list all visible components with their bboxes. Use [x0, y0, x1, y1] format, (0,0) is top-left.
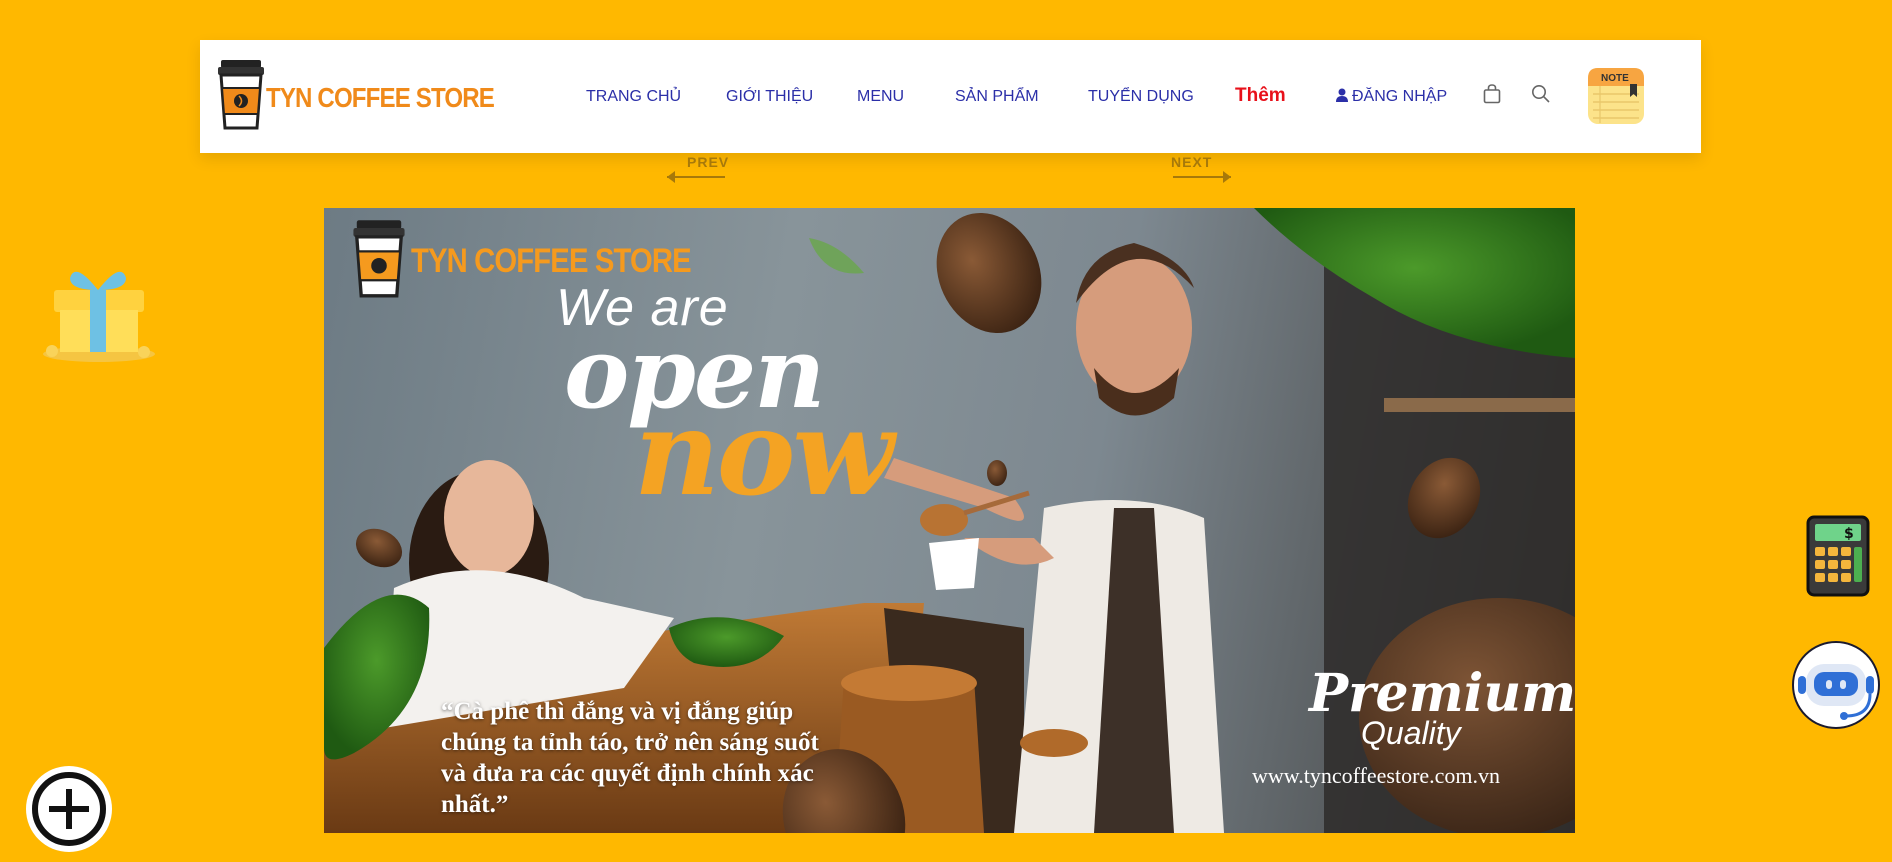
calculator-icon: $	[1806, 515, 1870, 597]
note-button[interactable]: NOTE	[1587, 67, 1645, 125]
prev-label: PREV	[687, 154, 730, 170]
login-link[interactable]: ĐĂNG NHẬP	[1336, 88, 1447, 106]
site-logo[interactable]: TYN COFFEE STORE	[217, 58, 495, 130]
plus-circle-icon	[26, 766, 112, 852]
slider-prev-button[interactable]: PREV	[665, 154, 729, 189]
nav-item-san-pham[interactable]: SẢN PHẨM	[955, 88, 1039, 106]
banner-cup-logo-icon	[353, 220, 405, 298]
banner-quality: Quality	[1361, 715, 1461, 751]
svg-text:$: $	[1844, 526, 1854, 542]
coffee-cup-logo-icon	[218, 60, 264, 130]
site-header: TYN COFFEE STORE TRANG CHỦ GIỚI THIỆU ME…	[200, 40, 1701, 153]
user-icon	[1336, 88, 1348, 102]
note-label: NOTE	[1601, 73, 1629, 84]
login-label: ĐĂNG NHẬP	[1352, 88, 1448, 105]
arrow-right-icon	[1173, 171, 1231, 183]
nav-item-gioi-thieu[interactable]: GIỚI THIỆU	[726, 88, 813, 106]
nav-item-more[interactable]: Thêm	[1235, 85, 1286, 107]
cart-icon[interactable]	[1483, 84, 1501, 104]
note-icon: NOTE	[1588, 68, 1644, 124]
banner-brand-name: TYN COFFEE STORE	[411, 242, 692, 280]
next-label: NEXT	[1171, 154, 1213, 170]
gift-button[interactable]	[40, 256, 158, 369]
brand-name: TYN COFFEE STORE	[266, 82, 495, 113]
slider-next-button[interactable]: NEXT	[1171, 154, 1233, 189]
nav-item-trang-chu[interactable]: TRANG CHỦ	[586, 88, 681, 106]
arrow-left-icon	[667, 171, 725, 183]
nav-item-tuyen-dung[interactable]: TUYỂN DỤNG	[1088, 88, 1194, 106]
chatbot-button[interactable]	[1788, 640, 1884, 735]
banner-url: www.tyncoffeestore.com.vn	[1252, 763, 1501, 788]
calculator-button[interactable]: $	[1806, 515, 1870, 602]
gift-icon	[43, 271, 155, 362]
add-button[interactable]	[25, 765, 113, 858]
search-icon[interactable]	[1531, 84, 1550, 103]
banner-quote: “Cà phê thì đắng và vị đắng giúp chúng t…	[441, 698, 819, 818]
hero-banner[interactable]: TYN COFFEE STORE We are open now “Cà phê…	[324, 208, 1575, 833]
banner-headline-now: now	[634, 383, 894, 522]
chatbot-icon	[1792, 641, 1880, 729]
nav-item-menu[interactable]: MENU	[857, 88, 904, 106]
